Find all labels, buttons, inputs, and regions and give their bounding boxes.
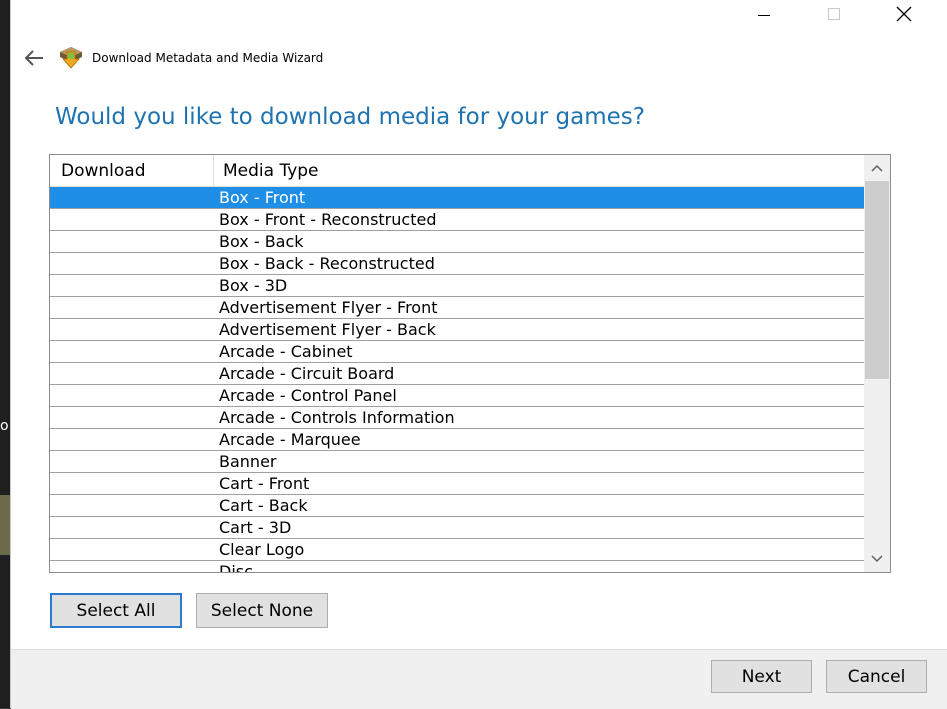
minimize-icon bbox=[758, 14, 770, 16]
media-type-label: Arcade - Cabinet bbox=[219, 342, 353, 361]
media-type-label: Arcade - Control Panel bbox=[219, 386, 397, 405]
list-item[interactable]: Box - Back - Reconstructed bbox=[50, 253, 864, 275]
list-item[interactable]: Advertisement Flyer - Front bbox=[50, 297, 864, 319]
scroll-up-button[interactable] bbox=[864, 155, 890, 181]
list-item[interactable]: Clear Logo bbox=[50, 539, 864, 561]
column-header-media-type[interactable]: Media Type bbox=[223, 155, 319, 187]
wizard-window: Download Metadata and Media Wizard Would… bbox=[10, 0, 947, 709]
cancel-button[interactable]: Cancel bbox=[826, 660, 927, 693]
close-icon bbox=[896, 6, 912, 22]
download-checkbox-cell[interactable] bbox=[50, 275, 213, 296]
back-arrow-icon[interactable] bbox=[23, 48, 45, 68]
download-checkbox-cell[interactable] bbox=[50, 253, 213, 274]
media-type-label: Arcade - Circuit Board bbox=[219, 364, 395, 383]
list-item[interactable]: Arcade - Circuit Board bbox=[50, 363, 864, 385]
list-item[interactable]: Cart - Front bbox=[50, 473, 864, 495]
list-item[interactable]: Cart - 3D bbox=[50, 517, 864, 539]
download-checkbox-cell[interactable] bbox=[50, 407, 213, 428]
download-checkbox-cell[interactable] bbox=[50, 297, 213, 318]
download-checkbox-cell[interactable] bbox=[50, 341, 213, 362]
wizard-title: Download Metadata and Media Wizard bbox=[92, 51, 324, 65]
list-item[interactable]: Arcade - Cabinet bbox=[50, 341, 864, 363]
minimize-button[interactable] bbox=[741, 0, 787, 28]
download-checkbox-cell[interactable] bbox=[50, 231, 213, 252]
chevron-down-icon bbox=[871, 555, 883, 563]
media-type-label: Advertisement Flyer - Front bbox=[219, 298, 438, 317]
column-header-download[interactable]: Download bbox=[61, 155, 146, 187]
media-type-label: Banner bbox=[219, 452, 277, 471]
page-heading: Would you like to download media for you… bbox=[55, 104, 645, 130]
download-checkbox-cell[interactable] bbox=[50, 539, 213, 560]
list-item[interactable]: Disc bbox=[50, 561, 864, 573]
download-checkbox-cell[interactable] bbox=[50, 473, 213, 494]
list-item[interactable]: Arcade - Controls Information bbox=[50, 407, 864, 429]
media-type-label: Box - Front bbox=[219, 188, 306, 207]
list-item[interactable]: Box - 3D bbox=[50, 275, 864, 297]
next-button[interactable]: Next bbox=[711, 660, 812, 693]
media-type-label: Box - Back - Reconstructed bbox=[219, 254, 435, 273]
scrollbar-thumb[interactable] bbox=[865, 181, 889, 379]
download-checkbox-cell[interactable] bbox=[50, 429, 213, 450]
download-checkbox-cell[interactable] bbox=[50, 385, 213, 406]
background-image-fragment bbox=[0, 495, 10, 555]
download-checkbox-cell[interactable] bbox=[50, 363, 213, 384]
select-all-button[interactable]: Select All bbox=[50, 593, 182, 628]
list-rows: Box - Front Box - Front - Reconstructed Bo… bbox=[50, 187, 864, 573]
download-checkbox-cell[interactable] bbox=[50, 451, 213, 472]
list-item[interactable]: Advertisement Flyer - Back bbox=[50, 319, 864, 341]
media-type-list[interactable]: Download Media Type Box - Front Box - Fro… bbox=[49, 154, 891, 573]
download-checkbox-cell[interactable] bbox=[50, 209, 213, 230]
vertical-scrollbar[interactable] bbox=[864, 155, 890, 572]
list-item[interactable]: Cart - Back bbox=[50, 495, 864, 517]
background-left-glyph: o bbox=[0, 418, 9, 434]
download-checkbox-cell[interactable] bbox=[50, 319, 213, 340]
download-wizard-icon bbox=[60, 47, 82, 69]
list-item[interactable]: Box - Back bbox=[50, 231, 864, 253]
download-checkbox-cell[interactable] bbox=[50, 187, 213, 208]
select-none-button[interactable]: Select None bbox=[196, 593, 328, 628]
download-checkbox-cell[interactable] bbox=[50, 561, 213, 572]
maximize-icon bbox=[828, 8, 840, 20]
download-checkbox-cell[interactable] bbox=[50, 495, 213, 516]
list-item[interactable]: Arcade - Control Panel bbox=[50, 385, 864, 407]
list-item[interactable]: Arcade - Marquee bbox=[50, 429, 864, 451]
column-separator[interactable] bbox=[213, 155, 214, 187]
list-item[interactable]: Box - Front - Reconstructed bbox=[50, 209, 864, 231]
media-type-label: Box - 3D bbox=[219, 276, 288, 295]
media-type-label: Arcade - Marquee bbox=[219, 430, 361, 449]
maximize-button[interactable] bbox=[811, 0, 857, 28]
background-left-edge bbox=[0, 0, 10, 708]
media-type-label: Advertisement Flyer - Back bbox=[219, 320, 436, 339]
media-type-label: Box - Front - Reconstructed bbox=[219, 210, 437, 229]
media-type-label: Arcade - Controls Information bbox=[219, 408, 455, 427]
media-type-label: Clear Logo bbox=[219, 540, 305, 559]
list-item[interactable]: Box - Front bbox=[50, 187, 864, 209]
list-item[interactable]: Banner bbox=[50, 451, 864, 473]
media-type-label: Cart - Back bbox=[219, 496, 308, 515]
download-checkbox-cell[interactable] bbox=[50, 517, 213, 538]
chevron-up-icon bbox=[871, 164, 883, 172]
media-type-label: Box - Back bbox=[219, 232, 304, 251]
list-header: Download Media Type bbox=[50, 155, 864, 187]
media-type-label: Cart - 3D bbox=[219, 518, 292, 537]
scroll-down-button[interactable] bbox=[864, 546, 890, 572]
media-type-label: Cart - Front bbox=[219, 474, 310, 493]
media-type-label: Disc bbox=[219, 562, 253, 573]
close-button[interactable] bbox=[881, 0, 927, 28]
